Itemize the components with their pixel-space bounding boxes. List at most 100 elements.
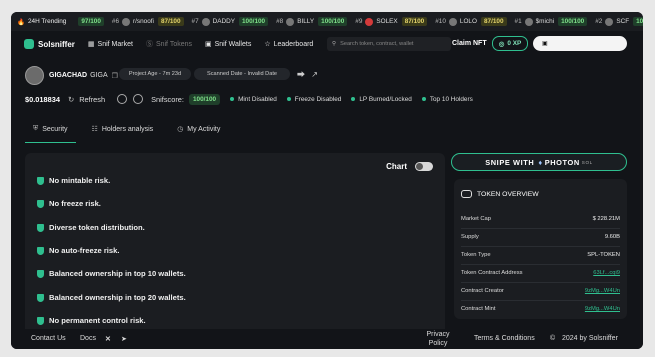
settings-icon[interactable] — [117, 94, 128, 104]
toggle-icon — [461, 190, 472, 198]
token-overview-card: TOKEN OVERVIEW Market Cap $ 228.21M Supp… — [454, 179, 627, 319]
wallet-icon: ▣ — [205, 41, 212, 48]
search-input[interactable]: ⚲ Search token, contract, wallet — [327, 37, 451, 51]
shield-check-icon — [37, 199, 44, 208]
ticker-score: 100/100 — [318, 17, 348, 26]
token-avatar — [448, 17, 457, 26]
shield-check-icon — [37, 176, 44, 185]
ticker-item[interactable]: #9 SOLEX 87/100 — [355, 17, 428, 26]
overview-row-supply: Supply 9.60B — [461, 228, 620, 247]
ticker-score: 97/100 — [78, 17, 104, 26]
top-nav: Solsniffer ▦ Snif Market Ⓢ Snif Tokens ▣… — [11, 32, 643, 56]
overview-row-token-type: Token Type SPL-TOKEN — [461, 246, 620, 265]
flag-lp: LP Burned/Locked — [351, 96, 412, 103]
ticker-item[interactable]: #2 SCF 100/100 — [595, 17, 643, 26]
project-age-badge: Project Age - 7m 23d — [119, 68, 191, 80]
search-icon: ⚲ — [332, 41, 337, 47]
risk-item: No freeze risk. — [37, 199, 101, 208]
security-panel: Chart No mintable risk. No freeze risk. … — [25, 153, 445, 338]
overview-row-contract-creator: Contract Creator 9zMg...W4Un — [461, 282, 620, 301]
connect-wallet-button[interactable]: ▣ — [533, 36, 627, 51]
copyright-text: 2024 by Solsniffer — [562, 335, 618, 342]
footer: Contact Us Docs ✕ ➤ Privacy Policy Terms… — [11, 329, 643, 349]
risk-item: No mintable risk. — [37, 176, 110, 185]
nav-snif-market[interactable]: ▦ Snif Market — [88, 40, 133, 49]
flag-freeze: Freeze Disabled — [286, 96, 341, 103]
check-dot-icon — [421, 97, 426, 101]
tab-holders-analysis[interactable]: ☷ Holders analysis — [84, 120, 162, 138]
risk-item: No auto-freeze risk. — [37, 246, 119, 255]
external-link-icon[interactable]: ↗ — [311, 70, 318, 79]
contact-us-link[interactable]: Contact Us — [31, 335, 66, 342]
history-icon: ◷ — [177, 126, 184, 133]
trending-label: 🔥 24H Trending — [17, 18, 67, 26]
token-avatar — [524, 17, 533, 26]
privacy-policy-link[interactable]: Privacy Policy — [421, 330, 455, 348]
logo[interactable]: Solsniffer — [24, 39, 75, 49]
theme-icon[interactable] — [133, 94, 144, 104]
claim-nft-button[interactable]: Claim NFT — [452, 40, 487, 47]
token-overview-title: TOKEN OVERVIEW — [461, 190, 539, 198]
refresh-icon: ↻ — [67, 94, 75, 104]
shield-check-icon — [37, 316, 44, 325]
ticker-item[interactable]: #10 LOLO 87/100 — [435, 17, 507, 26]
telegram-icon[interactable]: ➤ — [121, 335, 127, 343]
token-price: $0.018834 — [25, 94, 60, 104]
fire-icon: 🔥 — [17, 18, 25, 26]
token-avatar — [25, 66, 44, 85]
contract-mint-link[interactable]: 9zMg...W4Un — [585, 306, 620, 312]
nav-snif-tokens[interactable]: Ⓢ Snif Tokens — [146, 39, 192, 49]
token-avatar — [365, 17, 374, 26]
scanned-date-badge: Scanned Date - Invalid Date — [194, 68, 290, 80]
check-dot-icon — [230, 97, 235, 101]
flag-mint: Mint Disabled — [230, 96, 277, 103]
terms-link[interactable]: Terms & Conditions — [474, 335, 535, 342]
token-avatar — [122, 17, 130, 26]
share-icon[interactable]: ⮕ — [297, 70, 305, 79]
photon-icon: ♦ — [538, 157, 543, 167]
risk-item: Balanced ownership in top 10 wallets. — [37, 269, 186, 278]
token-header: GIGACHAD GIGA ❐ — [25, 66, 118, 85]
overview-row-contract-mint: Contract Mint 9zMg...W4Un — [461, 306, 620, 312]
tab-security[interactable]: ⛨ Security — [25, 120, 76, 143]
xp-badge[interactable]: ◎ 0 XP — [492, 36, 528, 51]
chart-toggle[interactable]: Chart — [386, 162, 433, 171]
nav-snif-wallets[interactable]: ▣ Snif Wallets — [205, 40, 251, 49]
copy-icon[interactable]: ❐ — [112, 72, 118, 80]
risk-item: No permanent control risk. — [37, 316, 146, 325]
token-avatar — [201, 17, 210, 26]
ticker-item[interactable]: #7 DADDY 100/100 — [192, 17, 269, 26]
refresh-button[interactable]: ↻ Refresh — [68, 95, 105, 104]
ticker-item[interactable]: #6 r/snoofi 87/100 — [112, 17, 184, 26]
check-dot-icon — [286, 97, 291, 101]
coin-icon: Ⓢ — [145, 41, 153, 48]
wallet-icon: ▣ — [542, 41, 548, 47]
docs-link[interactable]: Docs — [80, 335, 96, 342]
nav-leaderboard[interactable]: ☆ Leaderboard — [264, 40, 313, 49]
tab-bar: ⛨ Security ☷ Holders analysis ◷ My Activ… — [25, 120, 236, 143]
users-icon: ☷ — [91, 126, 98, 133]
snifscore-badge: 100/100 — [188, 93, 221, 105]
ticker-score: 87/100 — [401, 17, 428, 26]
ticker-score: 87/100 — [480, 17, 507, 26]
contract-address-link[interactable]: 63Lf...cqi9 — [593, 270, 620, 276]
token-avatar — [605, 17, 614, 26]
contract-creator-link[interactable]: 9zMg...W4Un — [585, 288, 620, 294]
ticker-score: 100/100 — [239, 17, 269, 26]
toggle-switch[interactable] — [415, 162, 433, 171]
trending-ticker: 🔥 24H Trending 97/100 #6 r/snoofi 87/100… — [11, 12, 643, 31]
ticker-item[interactable]: #1 $michi 100/100 — [515, 17, 588, 26]
ticker-item[interactable]: 97/100 — [74, 17, 104, 26]
snipe-with-photon-button[interactable]: SNIPE WITH ♦ PHOTON SOL — [451, 153, 627, 171]
shield-check-icon — [37, 223, 44, 232]
trophy-icon: ☆ — [264, 41, 271, 48]
coin-icon: ◎ — [498, 40, 505, 48]
tab-my-activity[interactable]: ◷ My Activity — [169, 120, 228, 138]
copyright-icon: © — [550, 335, 556, 342]
overview-row-contract-address: Token Contract Address 63Lf...cqi9 — [461, 264, 620, 283]
x-icon[interactable]: ✕ — [105, 335, 111, 343]
shield-check-icon — [37, 269, 44, 278]
shield-check-icon — [37, 293, 44, 302]
ticker-item[interactable]: #8 BILLY 100/100 — [276, 17, 348, 26]
app-frame: 🔥 24H Trending 97/100 #6 r/snoofi 87/100… — [11, 12, 643, 349]
